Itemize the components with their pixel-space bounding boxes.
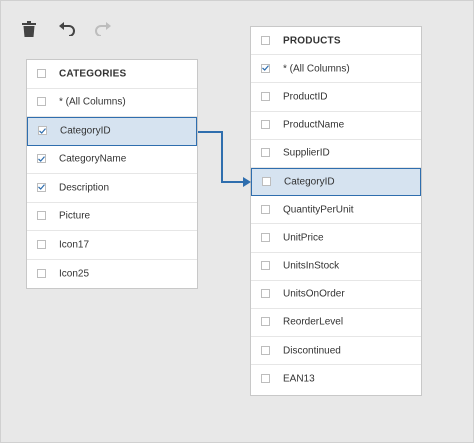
products-column-unitsinstock[interactable]: UnitsInStock bbox=[251, 253, 421, 281]
undo-button[interactable] bbox=[52, 14, 82, 44]
products-column-productid[interactable]: ProductID bbox=[251, 83, 421, 112]
categories-column-categoryname[interactable]: CategoryName bbox=[27, 146, 197, 174]
column-checkbox[interactable] bbox=[261, 232, 270, 242]
products-header[interactable]: PRODUCTS bbox=[251, 27, 421, 56]
products-column-all-columns[interactable]: * (All Columns) bbox=[251, 55, 421, 84]
products-table[interactable]: PRODUCTS * (All Columns) ProductID Product… bbox=[250, 26, 422, 396]
column-label: UnitsOnOrder bbox=[283, 288, 345, 300]
column-checkbox[interactable] bbox=[37, 182, 46, 192]
redo-icon bbox=[94, 22, 112, 36]
products-title: PRODUCTS bbox=[283, 35, 341, 47]
column-checkbox[interactable] bbox=[261, 345, 270, 355]
products-column-productname[interactable]: ProductName bbox=[251, 112, 421, 140]
column-checkbox[interactable] bbox=[261, 374, 270, 384]
column-label: Icon25 bbox=[59, 268, 90, 280]
check-icon bbox=[262, 65, 269, 72]
column-checkbox[interactable] bbox=[37, 239, 46, 249]
column-checkbox[interactable] bbox=[261, 317, 270, 327]
products-column-reorderlevel[interactable]: ReorderLevel bbox=[251, 309, 421, 338]
column-checkbox[interactable] bbox=[37, 268, 46, 278]
column-checkbox[interactable] bbox=[261, 148, 270, 158]
delete-button[interactable] bbox=[14, 14, 44, 44]
categories-title: CATEGORIES bbox=[59, 68, 127, 80]
categories-header[interactable]: CATEGORIES bbox=[27, 60, 197, 89]
categories-column-categoryid[interactable]: CategoryID bbox=[27, 117, 197, 146]
categories-header-checkbox[interactable] bbox=[37, 68, 46, 78]
column-label: UnitsInStock bbox=[283, 260, 340, 272]
column-label: SupplierID bbox=[283, 147, 330, 159]
column-label: ProductID bbox=[283, 91, 328, 103]
column-checkbox[interactable] bbox=[261, 261, 270, 271]
column-label: Description bbox=[59, 182, 110, 194]
column-checkbox[interactable] bbox=[261, 91, 270, 101]
column-checkbox[interactable] bbox=[38, 126, 47, 136]
column-label: EAN13 bbox=[283, 373, 315, 385]
categories-rows: * (All Columns) CategoryID CategoryName Des… bbox=[27, 89, 197, 289]
redo-button[interactable] bbox=[88, 14, 118, 44]
products-column-discontinued[interactable]: Discontinued bbox=[251, 337, 421, 366]
column-checkbox[interactable] bbox=[37, 154, 46, 164]
products-column-categoryid[interactable]: CategoryID bbox=[251, 167, 421, 197]
products-header-checkbox[interactable] bbox=[261, 35, 270, 45]
column-label: ProductName bbox=[283, 119, 345, 131]
column-label: UnitPrice bbox=[283, 232, 324, 244]
trash-icon bbox=[22, 21, 36, 37]
column-checkbox[interactable] bbox=[261, 120, 270, 130]
check-icon bbox=[39, 127, 46, 134]
products-column-ean13[interactable]: EAN13 bbox=[251, 365, 421, 393]
column-label: ReorderLevel bbox=[283, 316, 344, 328]
column-label: Discontinued bbox=[283, 345, 341, 357]
categories-column-all-columns[interactable]: * (All Columns) bbox=[27, 89, 197, 117]
column-label: * (All Columns) bbox=[283, 63, 350, 75]
products-rows: * (All Columns) ProductID ProductName Suppl… bbox=[251, 55, 421, 393]
column-label: Icon17 bbox=[59, 239, 90, 251]
column-checkbox[interactable] bbox=[261, 204, 270, 214]
column-label: * (All Columns) bbox=[59, 96, 126, 108]
column-label: Picture bbox=[59, 210, 91, 222]
categories-column-icon25[interactable]: Icon25 bbox=[27, 260, 197, 289]
categories-column-icon17[interactable]: Icon17 bbox=[27, 231, 197, 260]
products-column-quantityperunit[interactable]: QuantityPerUnit bbox=[251, 196, 421, 225]
column-checkbox[interactable] bbox=[262, 177, 271, 187]
column-checkbox[interactable] bbox=[37, 211, 46, 221]
check-icon bbox=[38, 184, 45, 191]
categories-table[interactable]: CATEGORIES * (All Columns) CategoryID Cate… bbox=[26, 59, 198, 289]
column-label: CategoryID bbox=[284, 176, 335, 188]
undo-icon bbox=[58, 22, 76, 36]
column-checkbox[interactable] bbox=[261, 63, 270, 73]
column-label: CategoryName bbox=[59, 153, 127, 165]
column-checkbox[interactable] bbox=[37, 97, 46, 107]
check-icon bbox=[38, 155, 45, 162]
column-checkbox[interactable] bbox=[261, 289, 270, 299]
column-label: CategoryID bbox=[60, 125, 111, 137]
categories-column-picture[interactable]: Picture bbox=[27, 203, 197, 231]
categories-column-description[interactable]: Description bbox=[27, 174, 197, 203]
column-label: QuantityPerUnit bbox=[283, 204, 354, 216]
products-column-unitprice[interactable]: UnitPrice bbox=[251, 224, 421, 253]
products-column-supplierid[interactable]: SupplierID bbox=[251, 140, 421, 168]
products-column-unitsonorder[interactable]: UnitsOnOrder bbox=[251, 281, 421, 309]
